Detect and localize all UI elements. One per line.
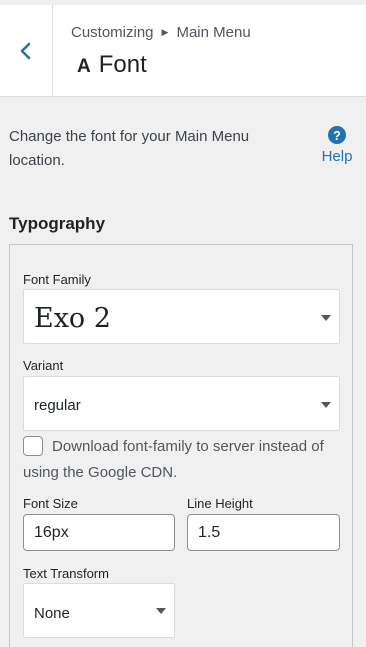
help-label: Help (321, 148, 353, 165)
font-family-value: Exo 2 (34, 303, 111, 334)
download-font-label: Download font-family to server instead o… (23, 438, 324, 481)
top-strip (0, 0, 366, 5)
text-transform-value: None (34, 605, 70, 622)
font-size-input[interactable]: 16px (23, 514, 175, 551)
variant-value: regular (34, 397, 81, 414)
download-font-checkbox[interactable] (23, 436, 43, 456)
font-family-select[interactable]: Exo 2 (23, 289, 340, 344)
page-title-text: Font (98, 51, 147, 78)
font-icon: A (77, 56, 91, 77)
breadcrumb-current: Main Menu (176, 24, 251, 41)
variant-select[interactable]: regular (23, 376, 340, 431)
typography-heading: Typography (9, 214, 106, 233)
breadcrumb-root: Customizing (71, 24, 154, 41)
triangle-right-icon: ▶ (161, 27, 169, 37)
chevron-left-icon (20, 42, 31, 59)
line-height-label: Line Height (187, 496, 253, 511)
help-icon: ? (328, 126, 346, 144)
variant-label: Variant (23, 358, 64, 373)
text-transform-select[interactable]: None (23, 583, 175, 638)
breadcrumb: Customizing ▶ Main Menu (71, 24, 251, 41)
customizer-header: Customizing ▶ Main Menu A Font (0, 0, 366, 97)
help-button[interactable]: ? Help (314, 126, 360, 165)
section-description: Change the font for your Main Menu locat… (9, 128, 250, 169)
font-size-label: Font Size (23, 496, 78, 511)
font-family-label: Font Family (23, 272, 91, 287)
page-title: A Font (77, 51, 147, 79)
dropdown-caret-icon (156, 608, 166, 614)
text-transform-label: Text Transform (23, 566, 109, 581)
line-height-input[interactable]: 1.5 (187, 514, 340, 551)
back-button[interactable] (0, 5, 53, 96)
dropdown-caret-icon (321, 315, 331, 321)
dropdown-caret-icon (321, 402, 331, 408)
